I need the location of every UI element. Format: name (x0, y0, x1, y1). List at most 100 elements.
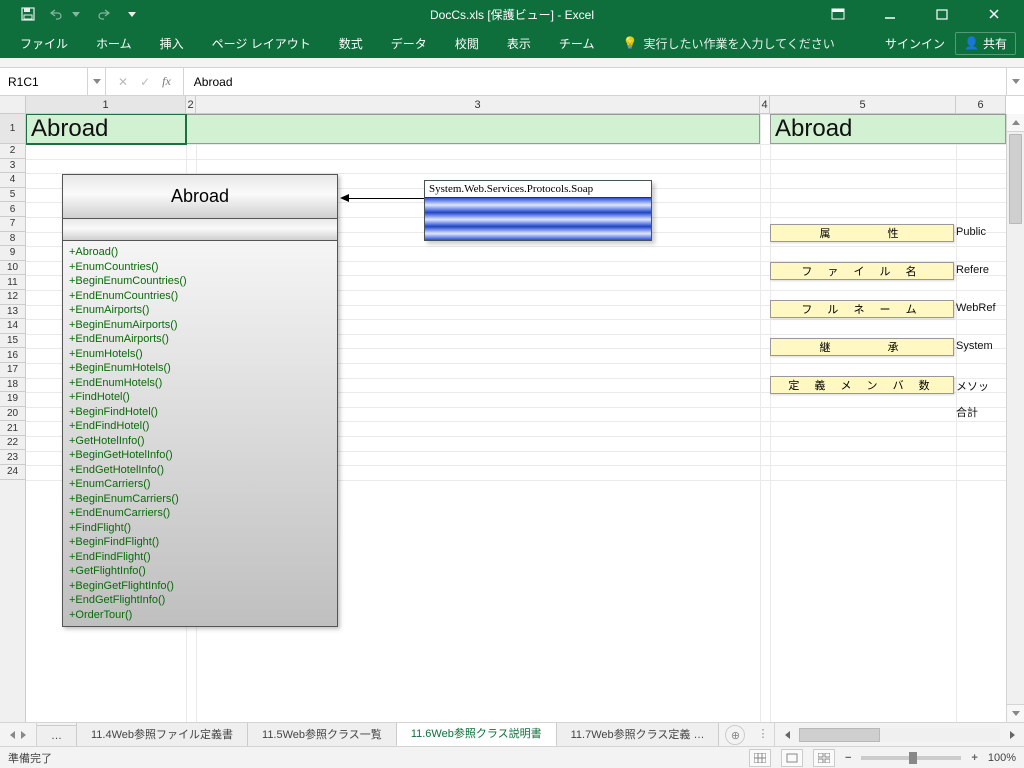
scroll-down-icon[interactable] (1007, 704, 1024, 722)
undo-dropdown-icon[interactable] (68, 6, 84, 22)
select-all-corner[interactable] (0, 96, 26, 114)
soap-band (425, 198, 651, 212)
minimize-button[interactable] (868, 0, 912, 28)
tab-nav-next-icon[interactable] (21, 731, 26, 739)
row-header[interactable]: 14 (0, 319, 25, 334)
inheritance-arrow-line (349, 198, 425, 199)
sheet-tab[interactable]: 11.5Web参照クラス一覧 (247, 723, 397, 746)
share-button[interactable]: 👤 共有 (955, 32, 1016, 55)
cell-r1c1[interactable]: Abroad (26, 114, 186, 144)
col-header[interactable]: 5 (770, 96, 956, 113)
fx-icon[interactable]: fx (162, 74, 171, 89)
zoom-out-icon[interactable]: − (845, 752, 851, 764)
row-header[interactable]: 7 (0, 217, 25, 232)
view-pagebreak-icon[interactable] (813, 749, 835, 767)
cancel-formula-icon[interactable]: ✕ (118, 75, 128, 89)
col-header[interactable]: 1 (26, 96, 186, 113)
view-pagelayout-icon[interactable] (781, 749, 803, 767)
property-value: メソッ (956, 378, 989, 394)
row-header[interactable]: 4 (0, 173, 25, 188)
property-chip: フ ル ネ ー ム (770, 300, 954, 318)
vscroll-thumb[interactable] (1009, 134, 1022, 224)
sheet-tab[interactable]: 11.4Web参照ファイル定義書 (76, 723, 248, 746)
lightbulb-icon: 💡 (622, 36, 637, 50)
tab-file[interactable]: ファイル (8, 29, 80, 58)
cell-r1c5[interactable]: Abroad (770, 114, 1006, 144)
row-header[interactable]: 20 (0, 407, 25, 422)
row-header[interactable]: 17 (0, 363, 25, 378)
row-header[interactable]: 19 (0, 392, 25, 407)
col-header[interactable]: 6 (956, 96, 1006, 113)
row-header[interactable]: 13 (0, 305, 25, 320)
class-diagram-box[interactable]: Abroad +Abroad()+EnumCountries()+BeginEn… (62, 174, 338, 627)
zoom-slider[interactable] (861, 756, 961, 760)
tab-data[interactable]: データ (379, 29, 439, 58)
save-icon[interactable] (20, 6, 36, 22)
redo-icon[interactable] (96, 6, 112, 22)
tab-home[interactable]: ホーム (84, 29, 144, 58)
property-chip: 定 義 メ ン バ 数 (770, 376, 954, 394)
view-normal-icon[interactable] (749, 749, 771, 767)
tab-nav-first-icon[interactable] (10, 731, 15, 739)
zoom-level[interactable]: 100% (988, 752, 1016, 764)
hscroll-left-icon[interactable] (779, 727, 795, 743)
ribbon-display-icon[interactable] (816, 0, 860, 28)
add-sheet-button[interactable]: ⊕ (725, 725, 745, 745)
sheet-tab[interactable]: 11.6Web参照クラス説明書 (396, 723, 557, 746)
row-header[interactable]: 2 (0, 144, 25, 159)
row-header[interactable]: 3 (0, 159, 25, 174)
qat-customize-icon[interactable] (124, 6, 140, 22)
scroll-up-icon[interactable] (1007, 114, 1024, 132)
tab-pagelayout[interactable]: ページ レイアウト (200, 29, 323, 58)
property-chip: 継 承 (770, 338, 954, 356)
tell-me-search[interactable]: 💡 実行したい作業を入力してください (622, 35, 834, 52)
row-header[interactable]: 23 (0, 450, 25, 465)
tab-formulas[interactable]: 数式 (327, 29, 375, 58)
col-header[interactable]: 4 (760, 96, 770, 113)
property-value: WebRef (956, 302, 996, 314)
maximize-button[interactable] (920, 0, 964, 28)
row-header[interactable]: 8 (0, 232, 25, 247)
vertical-scrollbar[interactable] (1006, 114, 1024, 722)
row-header[interactable]: 11 (0, 275, 25, 290)
name-box[interactable]: R1C1 (0, 68, 88, 95)
signin-link[interactable]: サインイン (885, 35, 945, 52)
enter-formula-icon[interactable]: ✓ (140, 75, 150, 89)
row-header[interactable]: 9 (0, 246, 25, 261)
tab-team[interactable]: チーム (547, 29, 607, 58)
row-header[interactable]: 12 (0, 290, 25, 305)
cell-r1c2-3[interactable] (186, 114, 760, 144)
zoom-in-icon[interactable]: + (971, 752, 977, 764)
horizontal-scrollbar[interactable] (774, 723, 1024, 746)
formula-expand-icon[interactable] (1006, 68, 1024, 95)
col-header[interactable]: 2 (186, 96, 196, 113)
sheet-tab[interactable]: 11.7Web参照クラス定義 … (556, 723, 720, 746)
row-header[interactable]: 6 (0, 202, 25, 217)
property-chip: 属 性 (770, 224, 954, 242)
row-header[interactable]: 5 (0, 188, 25, 203)
row-header[interactable]: 10 (0, 261, 25, 276)
share-label: 共有 (983, 35, 1007, 52)
row-header[interactable]: 1 (0, 114, 25, 144)
row-header[interactable]: 21 (0, 421, 25, 436)
row-header[interactable]: 16 (0, 348, 25, 363)
tab-view[interactable]: 表示 (495, 29, 543, 58)
soap-band (425, 212, 651, 226)
row-header[interactable]: 18 (0, 378, 25, 393)
tab-insert[interactable]: 挿入 (148, 29, 196, 58)
soap-box[interactable]: System.Web.Services.Protocols.Soap (424, 180, 652, 241)
formula-bar[interactable]: Abroad (184, 68, 1006, 95)
tab-review[interactable]: 校閲 (443, 29, 491, 58)
close-button[interactable] (972, 0, 1016, 28)
property-value: System (956, 340, 993, 352)
col-header[interactable]: 3 (196, 96, 760, 113)
row-header[interactable]: 22 (0, 436, 25, 451)
row-header[interactable]: 24 (0, 465, 25, 480)
class-members: +Abroad()+EnumCountries()+BeginEnumCount… (63, 241, 337, 626)
name-box-dropdown[interactable] (88, 68, 106, 95)
hscroll-right-icon[interactable] (1004, 727, 1020, 743)
hscroll-thumb[interactable] (799, 728, 879, 742)
undo-icon[interactable] (48, 6, 64, 22)
row-header[interactable]: 15 (0, 334, 25, 349)
property-chip: フ ァ イ ル 名 (770, 262, 954, 280)
